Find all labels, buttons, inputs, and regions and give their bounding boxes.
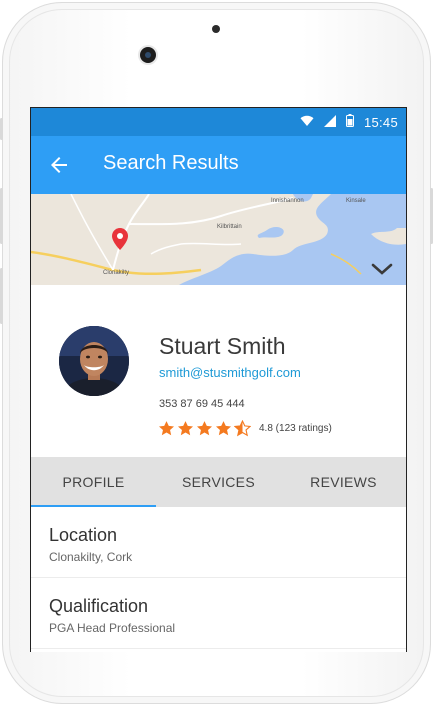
status-bar: 15:45 [31,108,406,136]
chevron-down-icon [371,263,393,275]
front-camera [140,47,156,63]
detail-value: Clonakilty, Cork [49,550,133,564]
half-star-icon [234,420,251,437]
detail-title: Location [49,525,118,545]
detail-value: PGA Head Professional [49,621,176,635]
star-icon [196,421,213,436]
signal-icon [323,114,336,130]
map-label-clonakilty: Clonakilty [103,270,130,276]
map-expand-button[interactable] [370,261,394,279]
side-button-left-1 [0,118,3,140]
side-button-left-3 [0,268,3,324]
star-icon [158,421,175,436]
wifi-icon [300,115,314,130]
map-label-kinsale: Kinsale [346,198,366,204]
profile-header: Stuart Smith smith@stusmithgolf.com 353 … [31,285,406,457]
avatar [59,326,129,396]
rating: 4.8 (123 ratings) [158,420,332,437]
star-icon [177,421,194,436]
detail-qualification: Qualification PGA Head Professional [31,578,406,649]
app-bar: Search Results [31,136,406,194]
phone-number[interactable]: 353 87 69 45 444 [159,398,245,410]
map-label-kilbrittain: Kilbrittain [217,224,242,230]
map-view[interactable]: Clonakilty Kilbrittain Kinsale Innishann… [31,194,406,285]
app-screen: 15:45 Search Results Clonakilty Kilbritt… [30,107,407,652]
profile-details: Location Clonakilty, Cork Qualification … [31,507,406,649]
coach-name: Stuart Smith [159,333,286,359]
detail-location: Location Clonakilty, Cork [31,507,406,578]
battery-icon [345,114,354,130]
tab-profile[interactable]: PROFILE [31,457,156,507]
side-button-left-2 [0,188,3,244]
page-title: Search Results [103,152,239,174]
status-time: 15:45 [363,114,398,130]
star-icon [215,421,232,436]
detail-title: Qualification [49,596,149,616]
email-link[interactable]: smith@stusmithgolf.com [159,365,301,380]
rating-text: 4.8 (123 ratings) [259,423,332,434]
profile-tabs: PROFILE SERVICES REVIEWS [31,457,406,507]
tab-services[interactable]: SERVICES [156,457,281,507]
back-arrow-icon [51,157,67,173]
map-label-innishannon: Innishannon [271,198,304,204]
tab-reviews[interactable]: REVIEWS [281,457,406,507]
speaker-dot [212,25,220,33]
back-button[interactable] [47,153,71,177]
